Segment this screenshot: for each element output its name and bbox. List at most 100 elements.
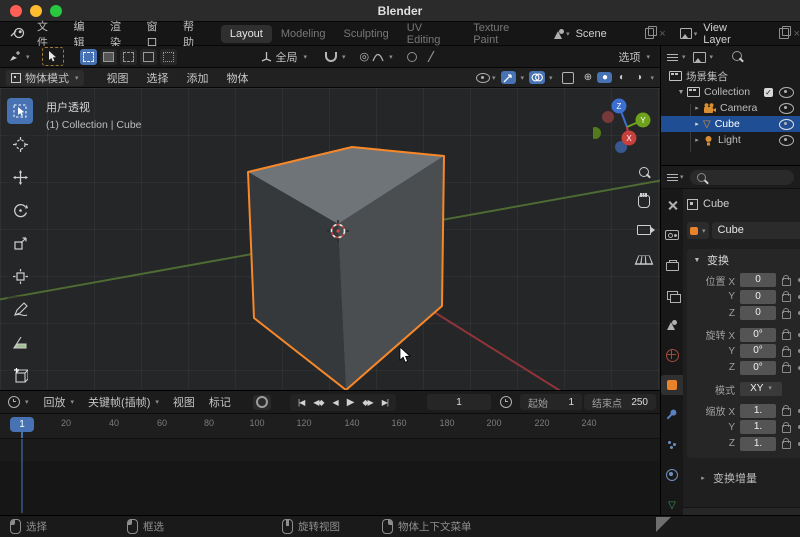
outliner-row-cube[interactable]: ▸ ▽ Cube bbox=[661, 116, 800, 132]
outliner-search-button[interactable] bbox=[732, 50, 743, 64]
rotation-z-field[interactable]: 0° bbox=[740, 360, 776, 375]
mode-dropdown[interactable]: 物体模式 ▾ bbox=[6, 69, 84, 86]
select-mode-subtract-button[interactable] bbox=[119, 48, 137, 65]
lock-icon[interactable] bbox=[782, 362, 791, 374]
outliner-display-dropdown[interactable]: ▾ bbox=[692, 51, 713, 63]
remove-view-layer-icon[interactable]: × bbox=[794, 28, 800, 40]
lock-icon[interactable] bbox=[782, 274, 791, 286]
outliner-row-camera[interactable]: ▸ Camera bbox=[661, 100, 800, 116]
object-visibility-dropdown[interactable]: ▾ bbox=[475, 72, 495, 83]
workspace-tab-uv-editing[interactable]: UV Editing bbox=[398, 19, 464, 49]
blender-logo-icon[interactable] bbox=[10, 26, 25, 42]
timeline-view-menu[interactable]: 视图 bbox=[166, 394, 202, 410]
lock-icon[interactable] bbox=[782, 291, 791, 303]
previous-keyframe-button[interactable]: ◀◆ bbox=[310, 396, 326, 409]
delta-transform-panel[interactable]: ▸ 变换增量 bbox=[687, 470, 800, 486]
frame-end-field[interactable]: 结束点 250 bbox=[584, 394, 656, 410]
lock-icon[interactable] bbox=[782, 421, 791, 433]
hide-cube-eye-icon[interactable] bbox=[779, 118, 794, 130]
proportional-editing-toggle[interactable]: ◎ ▾ bbox=[360, 50, 393, 63]
lock-icon[interactable] bbox=[782, 438, 791, 450]
jump-to-end-button[interactable]: ▶| bbox=[379, 396, 391, 409]
zoom-view-button[interactable] bbox=[636, 164, 652, 180]
rotation-x-field[interactable]: 0° bbox=[740, 327, 776, 342]
outliner-row-light[interactable]: ▸ Light bbox=[661, 132, 800, 148]
show-gizmo-toggle[interactable] bbox=[501, 71, 517, 84]
collection-checkbox[interactable]: ✓ bbox=[764, 87, 773, 97]
viewport-3d[interactable]: 用户透视 (1) Collection | Cube Z Y X bbox=[0, 88, 660, 390]
tool-move[interactable] bbox=[7, 164, 33, 190]
options-dropdown[interactable]: 选项 ▾ bbox=[618, 49, 650, 65]
viewport-menu-object[interactable]: 物体 bbox=[218, 70, 258, 86]
tab-scene[interactable] bbox=[661, 315, 683, 335]
tab-render[interactable] bbox=[661, 225, 683, 245]
playhead-line[interactable] bbox=[21, 432, 23, 438]
select-mode-extend-button[interactable] bbox=[99, 48, 117, 65]
expand-icon[interactable]: ▸ bbox=[691, 120, 703, 128]
tool-measure[interactable] bbox=[7, 329, 33, 355]
hide-camera-eye-icon[interactable] bbox=[779, 102, 794, 114]
frame-start-field[interactable]: 起始 1 bbox=[520, 394, 582, 410]
gizmo-negative-x[interactable] bbox=[602, 111, 614, 123]
tab-world[interactable] bbox=[661, 345, 683, 365]
workspace-tab-sculpting[interactable]: Sculpting bbox=[335, 25, 398, 43]
keying-menu[interactable]: 关键帧(插帧) ▾ bbox=[81, 394, 166, 410]
workspace-tab-texture-paint[interactable]: Texture Paint bbox=[464, 19, 542, 49]
next-keyframe-button[interactable]: ◆▶ bbox=[359, 396, 375, 409]
tab-tool[interactable] bbox=[661, 195, 683, 215]
menu-render[interactable]: 渲染 bbox=[102, 18, 139, 50]
gizmo-negative-y[interactable] bbox=[593, 127, 601, 139]
lock-icon[interactable] bbox=[782, 329, 791, 341]
editor-corner-handle[interactable] bbox=[656, 517, 671, 532]
view-layer-selector[interactable]: ▾ View Layer bbox=[679, 22, 753, 46]
tool-select-box[interactable] bbox=[7, 98, 33, 124]
expand-icon[interactable]: ▸ bbox=[691, 104, 703, 112]
rotation-mode-dropdown[interactable]: XY ▾ bbox=[740, 382, 782, 397]
menu-edit[interactable]: 编辑 bbox=[66, 18, 103, 50]
tool-cursor[interactable] bbox=[7, 131, 33, 157]
hide-light-eye-icon[interactable] bbox=[779, 134, 794, 146]
shading-material-button[interactable]: ◐ bbox=[614, 72, 629, 83]
navigation-gizmo[interactable]: Z Y X bbox=[593, 96, 657, 160]
workspace-tab-layout[interactable]: Layout bbox=[220, 24, 272, 43]
outliner-type-dropdown[interactable]: ▾ bbox=[667, 53, 686, 62]
camera-view-button[interactable] bbox=[636, 222, 655, 238]
snap-target-icon[interactable] bbox=[406, 51, 417, 62]
shading-wireframe-button[interactable]: ⊕ bbox=[580, 72, 595, 83]
properties-type-dropdown[interactable]: ▾ bbox=[667, 173, 684, 182]
tab-object-data[interactable]: ▽ bbox=[661, 495, 683, 515]
show-overlays-toggle[interactable] bbox=[528, 71, 545, 84]
select-mode-intersect-button[interactable] bbox=[159, 48, 177, 65]
hide-collection-eye-icon[interactable] bbox=[779, 86, 794, 98]
tab-view-layer[interactable] bbox=[661, 285, 683, 305]
expand-icon[interactable]: ▸ bbox=[691, 136, 703, 144]
location-x-field[interactable]: 0 bbox=[740, 273, 776, 288]
menu-help[interactable]: 帮助 bbox=[175, 18, 212, 50]
workspace-tab-modeling[interactable]: Modeling bbox=[272, 25, 335, 43]
lock-icon[interactable] bbox=[782, 345, 791, 357]
active-tool-button[interactable] bbox=[41, 47, 64, 66]
tool-add-cube[interactable] bbox=[7, 362, 33, 388]
jump-to-start-button[interactable]: |◀ bbox=[295, 396, 307, 409]
tab-particles[interactable] bbox=[661, 435, 683, 455]
menu-file[interactable]: 文件 bbox=[29, 18, 66, 50]
viewport-menu-add[interactable]: 添加 bbox=[178, 70, 218, 86]
unlink-scene-icon[interactable]: × bbox=[659, 28, 665, 40]
transform-panel-header[interactable]: ▼ 变换 bbox=[687, 252, 800, 268]
tool-annotate[interactable] bbox=[7, 296, 33, 322]
rotation-y-field[interactable]: 0° bbox=[740, 344, 776, 359]
object-name-field[interactable]: Cube bbox=[711, 222, 800, 239]
location-z-field[interactable]: 0 bbox=[740, 306, 776, 321]
viewport-menu-view[interactable]: 视图 bbox=[98, 70, 138, 86]
tab-modifiers[interactable] bbox=[661, 405, 683, 425]
select-mode-invert-button[interactable] bbox=[139, 48, 157, 65]
new-view-layer-icon[interactable] bbox=[779, 26, 792, 39]
slash-icon[interactable] bbox=[427, 51, 435, 62]
select-mode-new-button[interactable] bbox=[79, 48, 97, 65]
transform-orientation-dropdown[interactable]: 全局 ▾ bbox=[261, 49, 307, 65]
shading-rendered-button[interactable]: ◑ bbox=[631, 72, 646, 83]
scale-y-field[interactable]: 1. bbox=[740, 420, 776, 435]
perspective-toggle-button[interactable] bbox=[634, 251, 654, 267]
object-type-dropdown[interactable]: ▾ bbox=[687, 222, 709, 239]
scale-z-field[interactable]: 1. bbox=[740, 436, 776, 451]
